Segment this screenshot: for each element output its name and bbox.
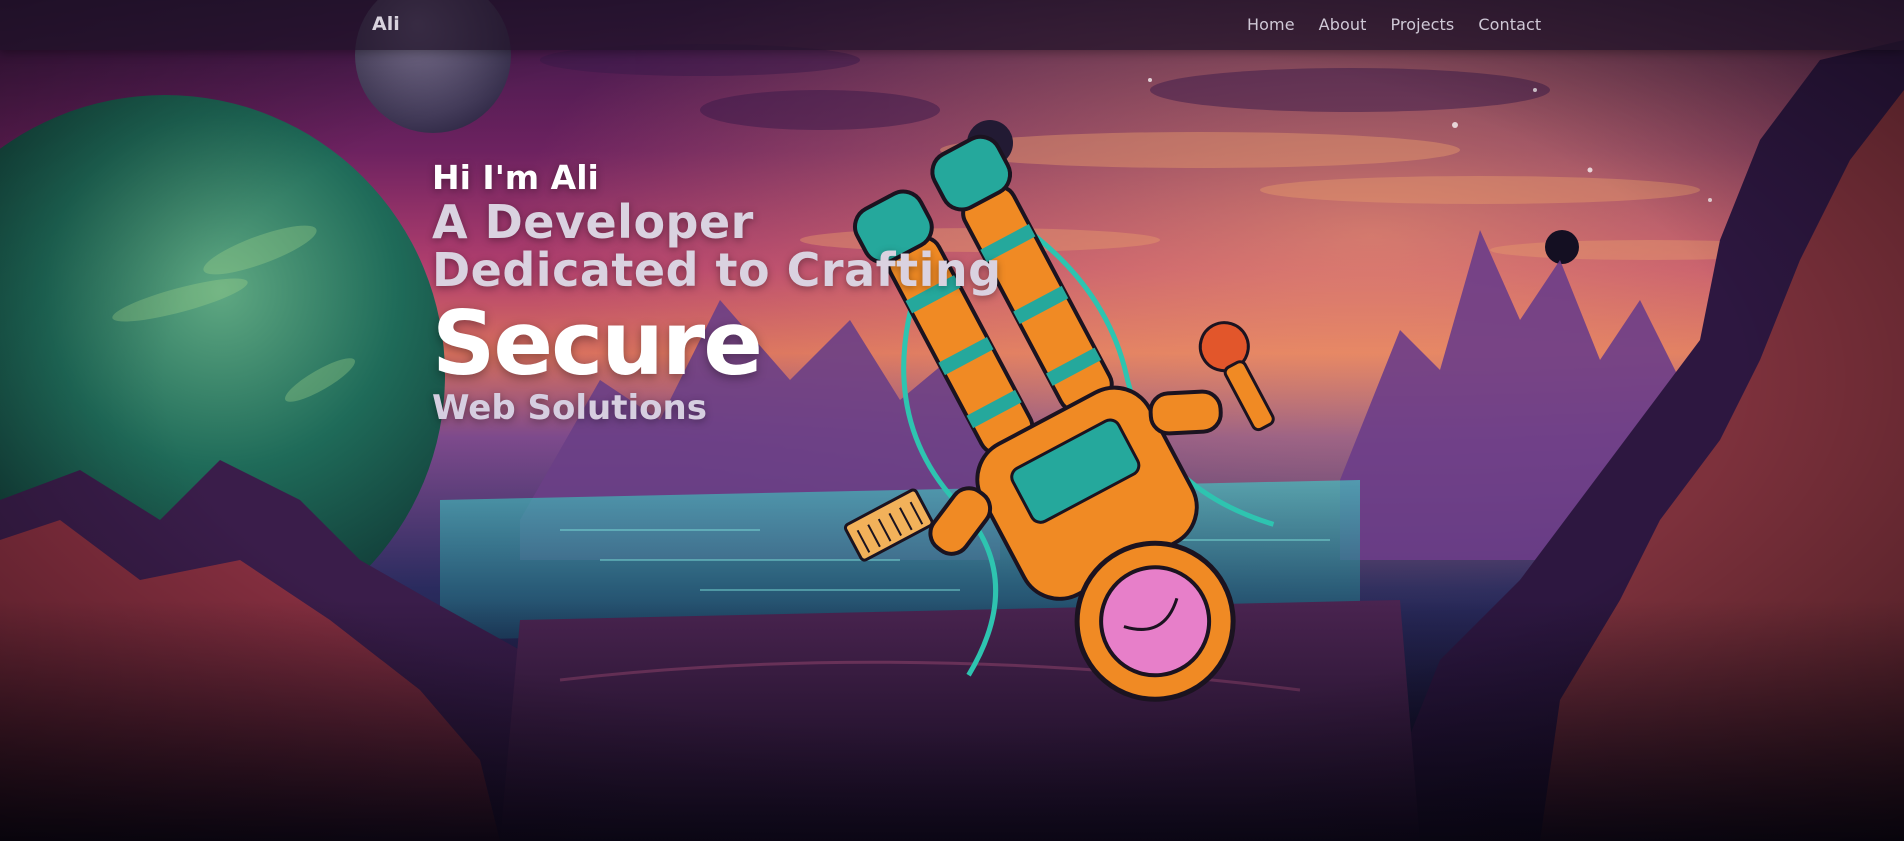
hero-headline: Hi I'm Ali A Developer Dedicated to Craf… [432,158,1002,428]
hero-greeting: Hi I'm Ali [432,158,599,197]
nav-link-home[interactable]: Home [1247,15,1295,34]
nav-link-about[interactable]: About [1319,15,1367,34]
hero-highlight-word: Secure [432,292,763,395]
nav-menu: Home About Projects Contact [1247,15,1541,34]
hero-role-line-1: A Developer [432,195,754,249]
nav-link-projects[interactable]: Projects [1390,15,1454,34]
hero-role-line-2: Dedicated to Crafting [432,243,1002,297]
top-navbar: Ali Home About Projects Contact [0,0,1904,50]
brand-logo[interactable]: Ali [372,13,400,35]
nav-link-contact[interactable]: Contact [1478,15,1541,34]
